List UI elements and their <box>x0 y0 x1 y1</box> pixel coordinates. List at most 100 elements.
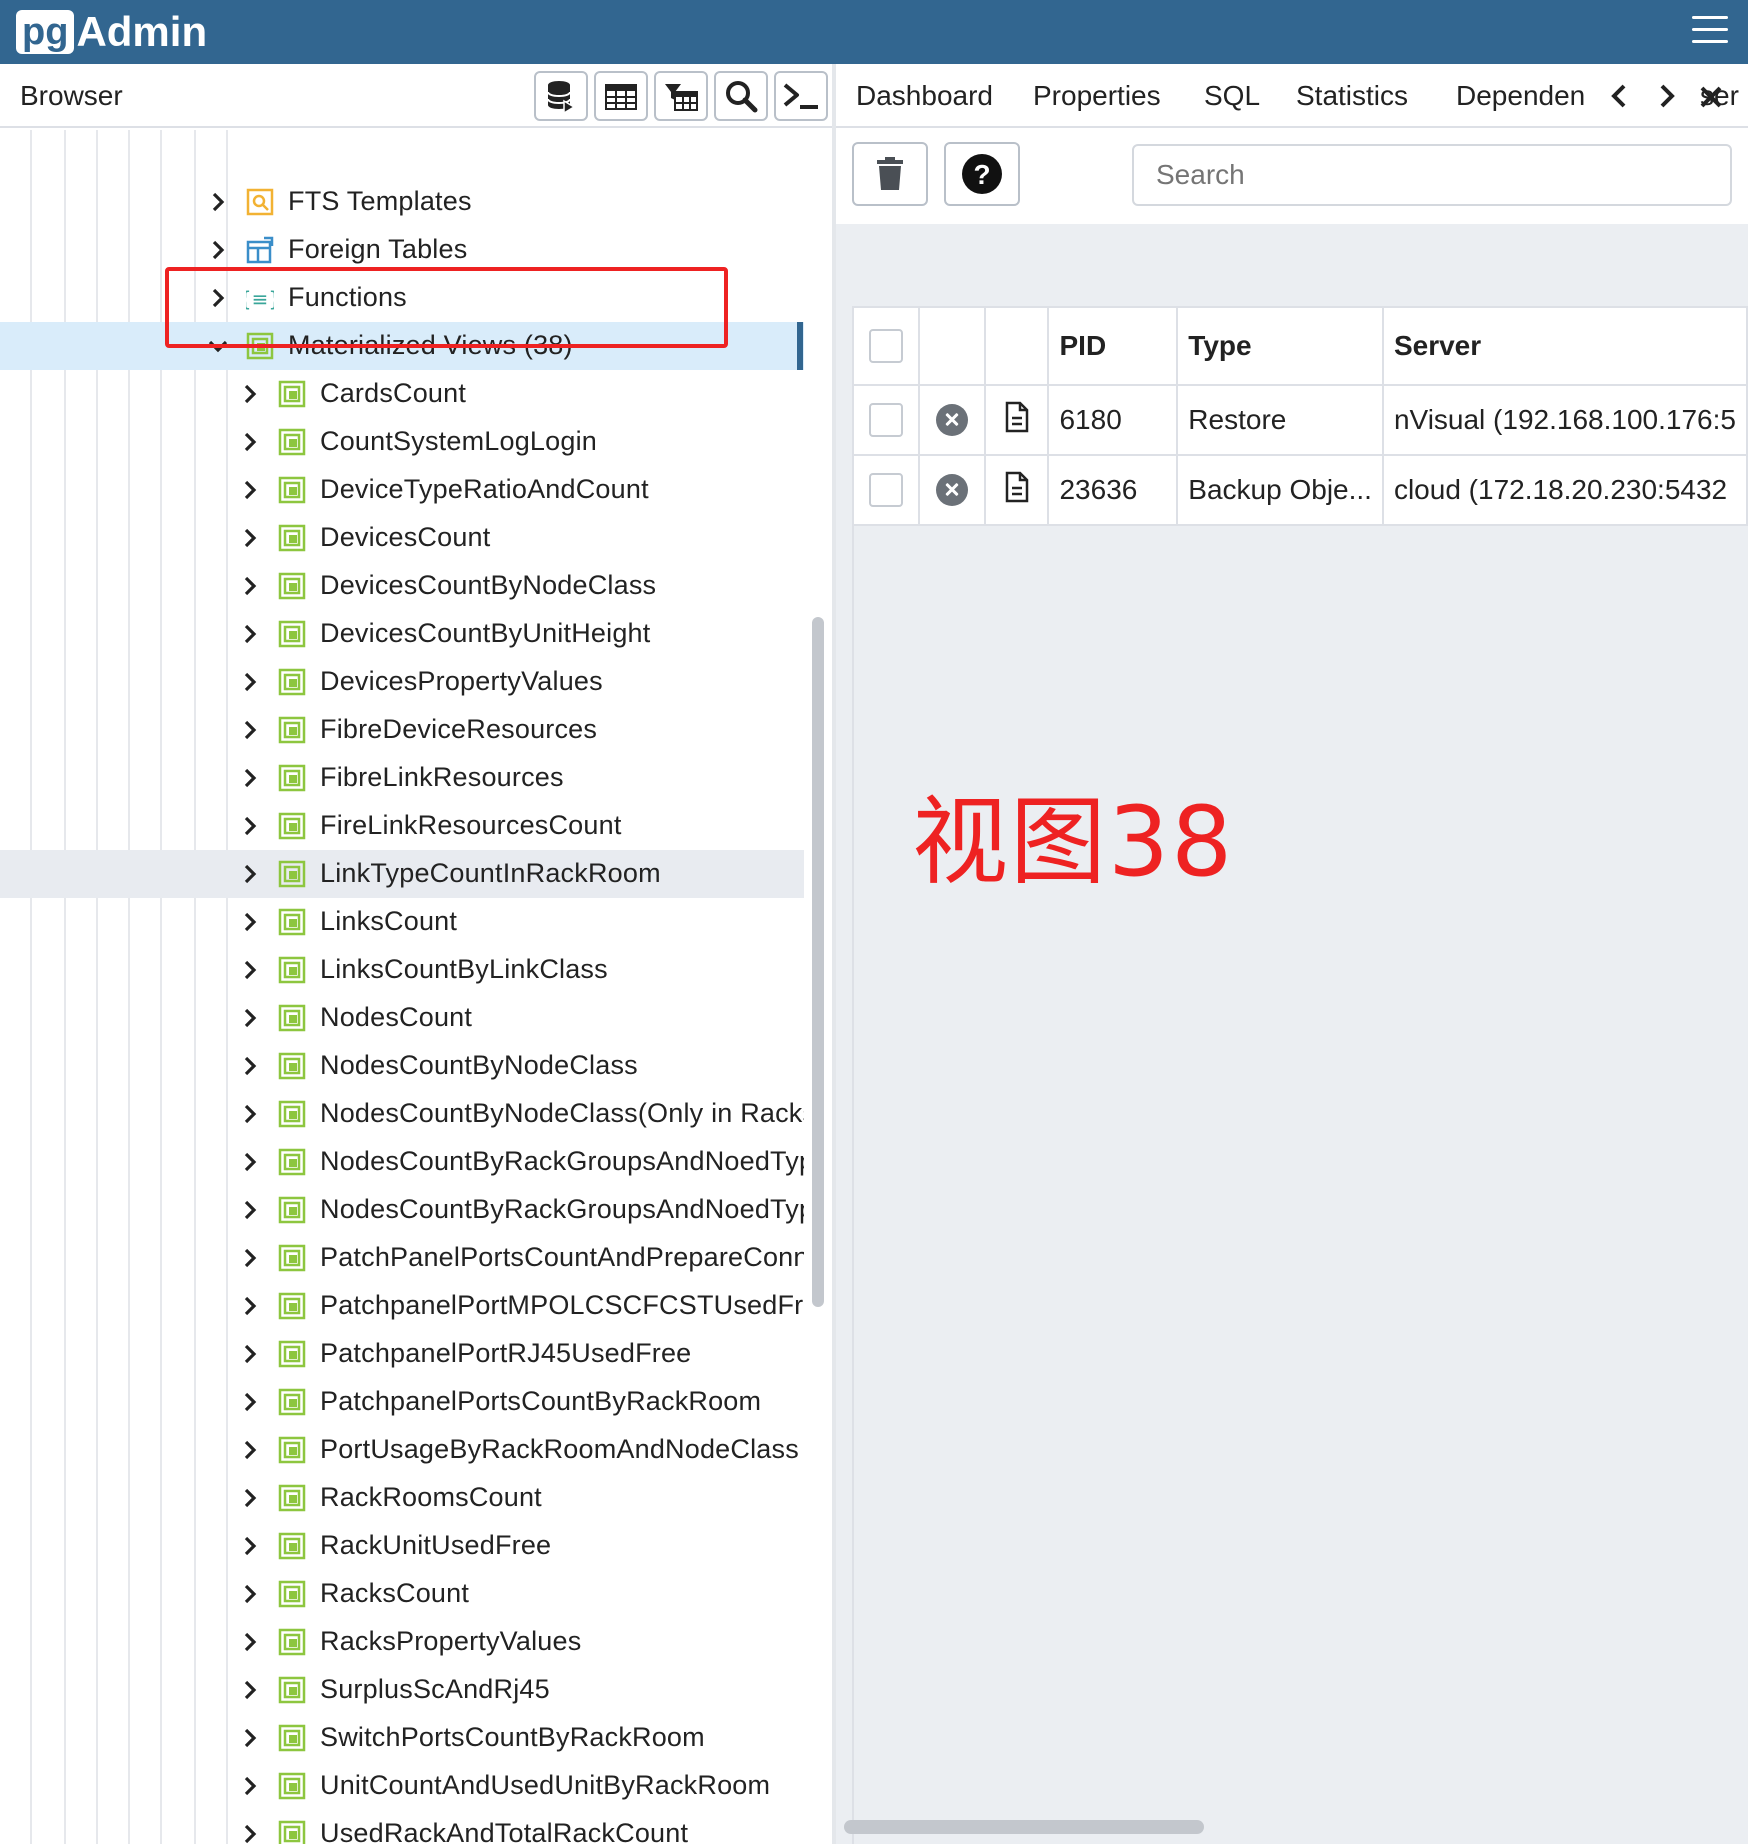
tree-item[interactable]: PatchPanelPortsCountAndPrepareConne <box>0 1234 804 1282</box>
row-checkbox[interactable] <box>869 473 904 507</box>
chevron-right-icon[interactable] <box>238 766 262 790</box>
chevron-right-icon[interactable] <box>238 1102 262 1126</box>
chevron-right-icon[interactable] <box>238 526 262 550</box>
chevron-right-icon[interactable] <box>238 1438 262 1462</box>
tree-item[interactable]: UsedRackAndTotalRackCount <box>0 1810 804 1844</box>
row-select-cell[interactable] <box>851 454 921 526</box>
chevron-right-icon[interactable] <box>238 1534 262 1558</box>
tree-item[interactable]: NodesCountByRackGroupsAndNoedType <box>0 1186 804 1234</box>
tree-item[interactable]: LinksCountByLinkClass <box>0 946 804 994</box>
row-checkbox[interactable] <box>869 403 904 437</box>
chevron-right-icon[interactable] <box>238 1006 262 1030</box>
view-data-button[interactable] <box>594 71 648 121</box>
delete-button[interactable] <box>852 142 928 206</box>
search-objects-button[interactable] <box>714 71 768 121</box>
stop-process-icon[interactable] <box>935 474 968 506</box>
chevron-right-icon[interactable] <box>206 238 230 262</box>
table-row[interactable]: 6180 Restore nVisual (192.168.100.176:5 <box>851 384 1748 456</box>
tree-item[interactable]: DevicesCountByNodeClass <box>0 562 804 610</box>
query-tool-button[interactable] <box>534 71 588 121</box>
tab-dashboard[interactable]: Dashboard <box>856 80 993 112</box>
chevron-right-icon[interactable] <box>238 1678 262 1702</box>
tree-vertical-scrollbar[interactable] <box>812 617 824 1307</box>
chevron-right-icon[interactable] <box>238 814 262 838</box>
chevron-right-icon[interactable] <box>238 958 262 982</box>
tree-item[interactable]: FireLinkResourcesCount <box>0 802 804 850</box>
chevron-right-icon[interactable] <box>238 910 262 934</box>
tree-item[interactable]: FibreDeviceResources <box>0 706 804 754</box>
tree-item[interactable]: NodesCountByNodeClass(Only in Racks <box>0 1090 804 1138</box>
tree-item[interactable]: RacksCount <box>0 1570 804 1618</box>
stop-process-icon[interactable] <box>935 404 968 436</box>
row-select-cell[interactable] <box>851 384 921 456</box>
chevron-right-icon[interactable] <box>238 670 262 694</box>
row-log-cell[interactable] <box>983 454 1050 526</box>
chevron-left-icon[interactable] <box>1606 80 1634 112</box>
tree-item[interactable]: FibreLinkResources <box>0 754 804 802</box>
tree-item[interactable]: NodesCountByRackGroupsAndNoedType <box>0 1138 804 1186</box>
tree-item[interactable]: PatchpanelPortMPOLCSCFCSTUsedFree <box>0 1282 804 1330</box>
tree-item[interactable]: DeviceTypeRatioAndCount <box>0 466 804 514</box>
document-icon[interactable] <box>1004 471 1030 503</box>
tree-item[interactable]: UnitCountAndUsedUnitByRackRoom <box>0 1762 804 1810</box>
chevron-right-icon[interactable] <box>238 430 262 454</box>
chevron-right-icon[interactable] <box>238 1390 262 1414</box>
chevron-right-icon[interactable] <box>238 862 262 886</box>
chevron-right-icon[interactable] <box>238 382 262 406</box>
column-header-pid[interactable]: PID <box>1047 306 1179 386</box>
tree-item[interactable]: PatchpanelPortRJ45UsedFree <box>0 1330 804 1378</box>
chevron-right-icon[interactable] <box>238 1582 262 1606</box>
processes-horizontal-scrollbar[interactable] <box>844 1820 1204 1834</box>
chevron-right-icon[interactable] <box>238 1822 262 1844</box>
row-stop-cell[interactable] <box>918 384 986 456</box>
help-button[interactable]: ? <box>944 142 1020 206</box>
chevron-right-icon[interactable] <box>1652 80 1680 112</box>
close-icon[interactable] <box>1698 84 1724 110</box>
chevron-right-icon[interactable] <box>206 190 230 214</box>
document-icon[interactable] <box>1004 401 1030 433</box>
chevron-right-icon[interactable] <box>238 478 262 502</box>
tree-item[interactable]: RacksPropertyValues <box>0 1618 804 1666</box>
tree-item[interactable]: FTS Templates <box>0 178 804 226</box>
tree-item[interactable]: DevicesCount <box>0 514 804 562</box>
filtered-rows-button[interactable] <box>654 71 708 121</box>
chevron-right-icon[interactable] <box>238 1054 262 1078</box>
select-all-checkbox[interactable] <box>869 329 904 363</box>
tab-properties[interactable]: Properties <box>1033 80 1161 112</box>
chevron-right-icon[interactable] <box>238 1342 262 1366</box>
tree-item[interactable]: RackUnitUsedFree <box>0 1522 804 1570</box>
chevron-right-icon[interactable] <box>238 1246 262 1270</box>
table-row[interactable]: 23636 Backup Obje... cloud (172.18.20.23… <box>851 454 1748 526</box>
pgadmin-logo[interactable]: pg Admin <box>16 8 207 56</box>
tab-statistics[interactable]: Statistics <box>1296 80 1408 112</box>
row-log-cell[interactable] <box>983 384 1050 456</box>
chevron-right-icon[interactable] <box>238 1294 262 1318</box>
tree-item[interactable]: LinkTypeCountInRackRoom <box>0 850 804 898</box>
tree-item[interactable]: PatchpanelPortsCountByRackRoom <box>0 1378 804 1426</box>
search-input[interactable] <box>1132 144 1732 206</box>
menu-icon[interactable] <box>1692 16 1728 46</box>
chevron-right-icon[interactable] <box>238 574 262 598</box>
tree-item[interactable]: SurplusScAndRj45 <box>0 1666 804 1714</box>
tree-item[interactable]: LinksCount <box>0 898 804 946</box>
tree-item[interactable]: DevicesCountByUnitHeight <box>0 610 804 658</box>
column-header-type[interactable]: Type <box>1176 306 1384 386</box>
tree-item[interactable]: RackRoomsCount <box>0 1474 804 1522</box>
tree-item[interactable]: NodesCount <box>0 994 804 1042</box>
tab-sql[interactable]: SQL <box>1204 80 1260 112</box>
chevron-right-icon[interactable] <box>238 1486 262 1510</box>
chevron-right-icon[interactable] <box>238 622 262 646</box>
psql-tool-button[interactable] <box>774 71 828 121</box>
chevron-right-icon[interactable] <box>238 1726 262 1750</box>
tree-item[interactable]: DevicesPropertyValues <box>0 658 804 706</box>
chevron-right-icon[interactable] <box>238 718 262 742</box>
tree-item[interactable]: NodesCountByNodeClass <box>0 1042 804 1090</box>
chevron-right-icon[interactable] <box>238 1198 262 1222</box>
column-header-server[interactable]: Server <box>1381 306 1748 386</box>
tree-item[interactable]: SwitchPortsCountByRackRoom <box>0 1714 804 1762</box>
chevron-right-icon[interactable] <box>238 1150 262 1174</box>
tree-item[interactable]: CardsCount <box>0 370 804 418</box>
tree-item[interactable]: CountSystemLogLogin <box>0 418 804 466</box>
tree-item[interactable]: PortUsageByRackRoomAndNodeClass <box>0 1426 804 1474</box>
chevron-right-icon[interactable] <box>238 1630 262 1654</box>
